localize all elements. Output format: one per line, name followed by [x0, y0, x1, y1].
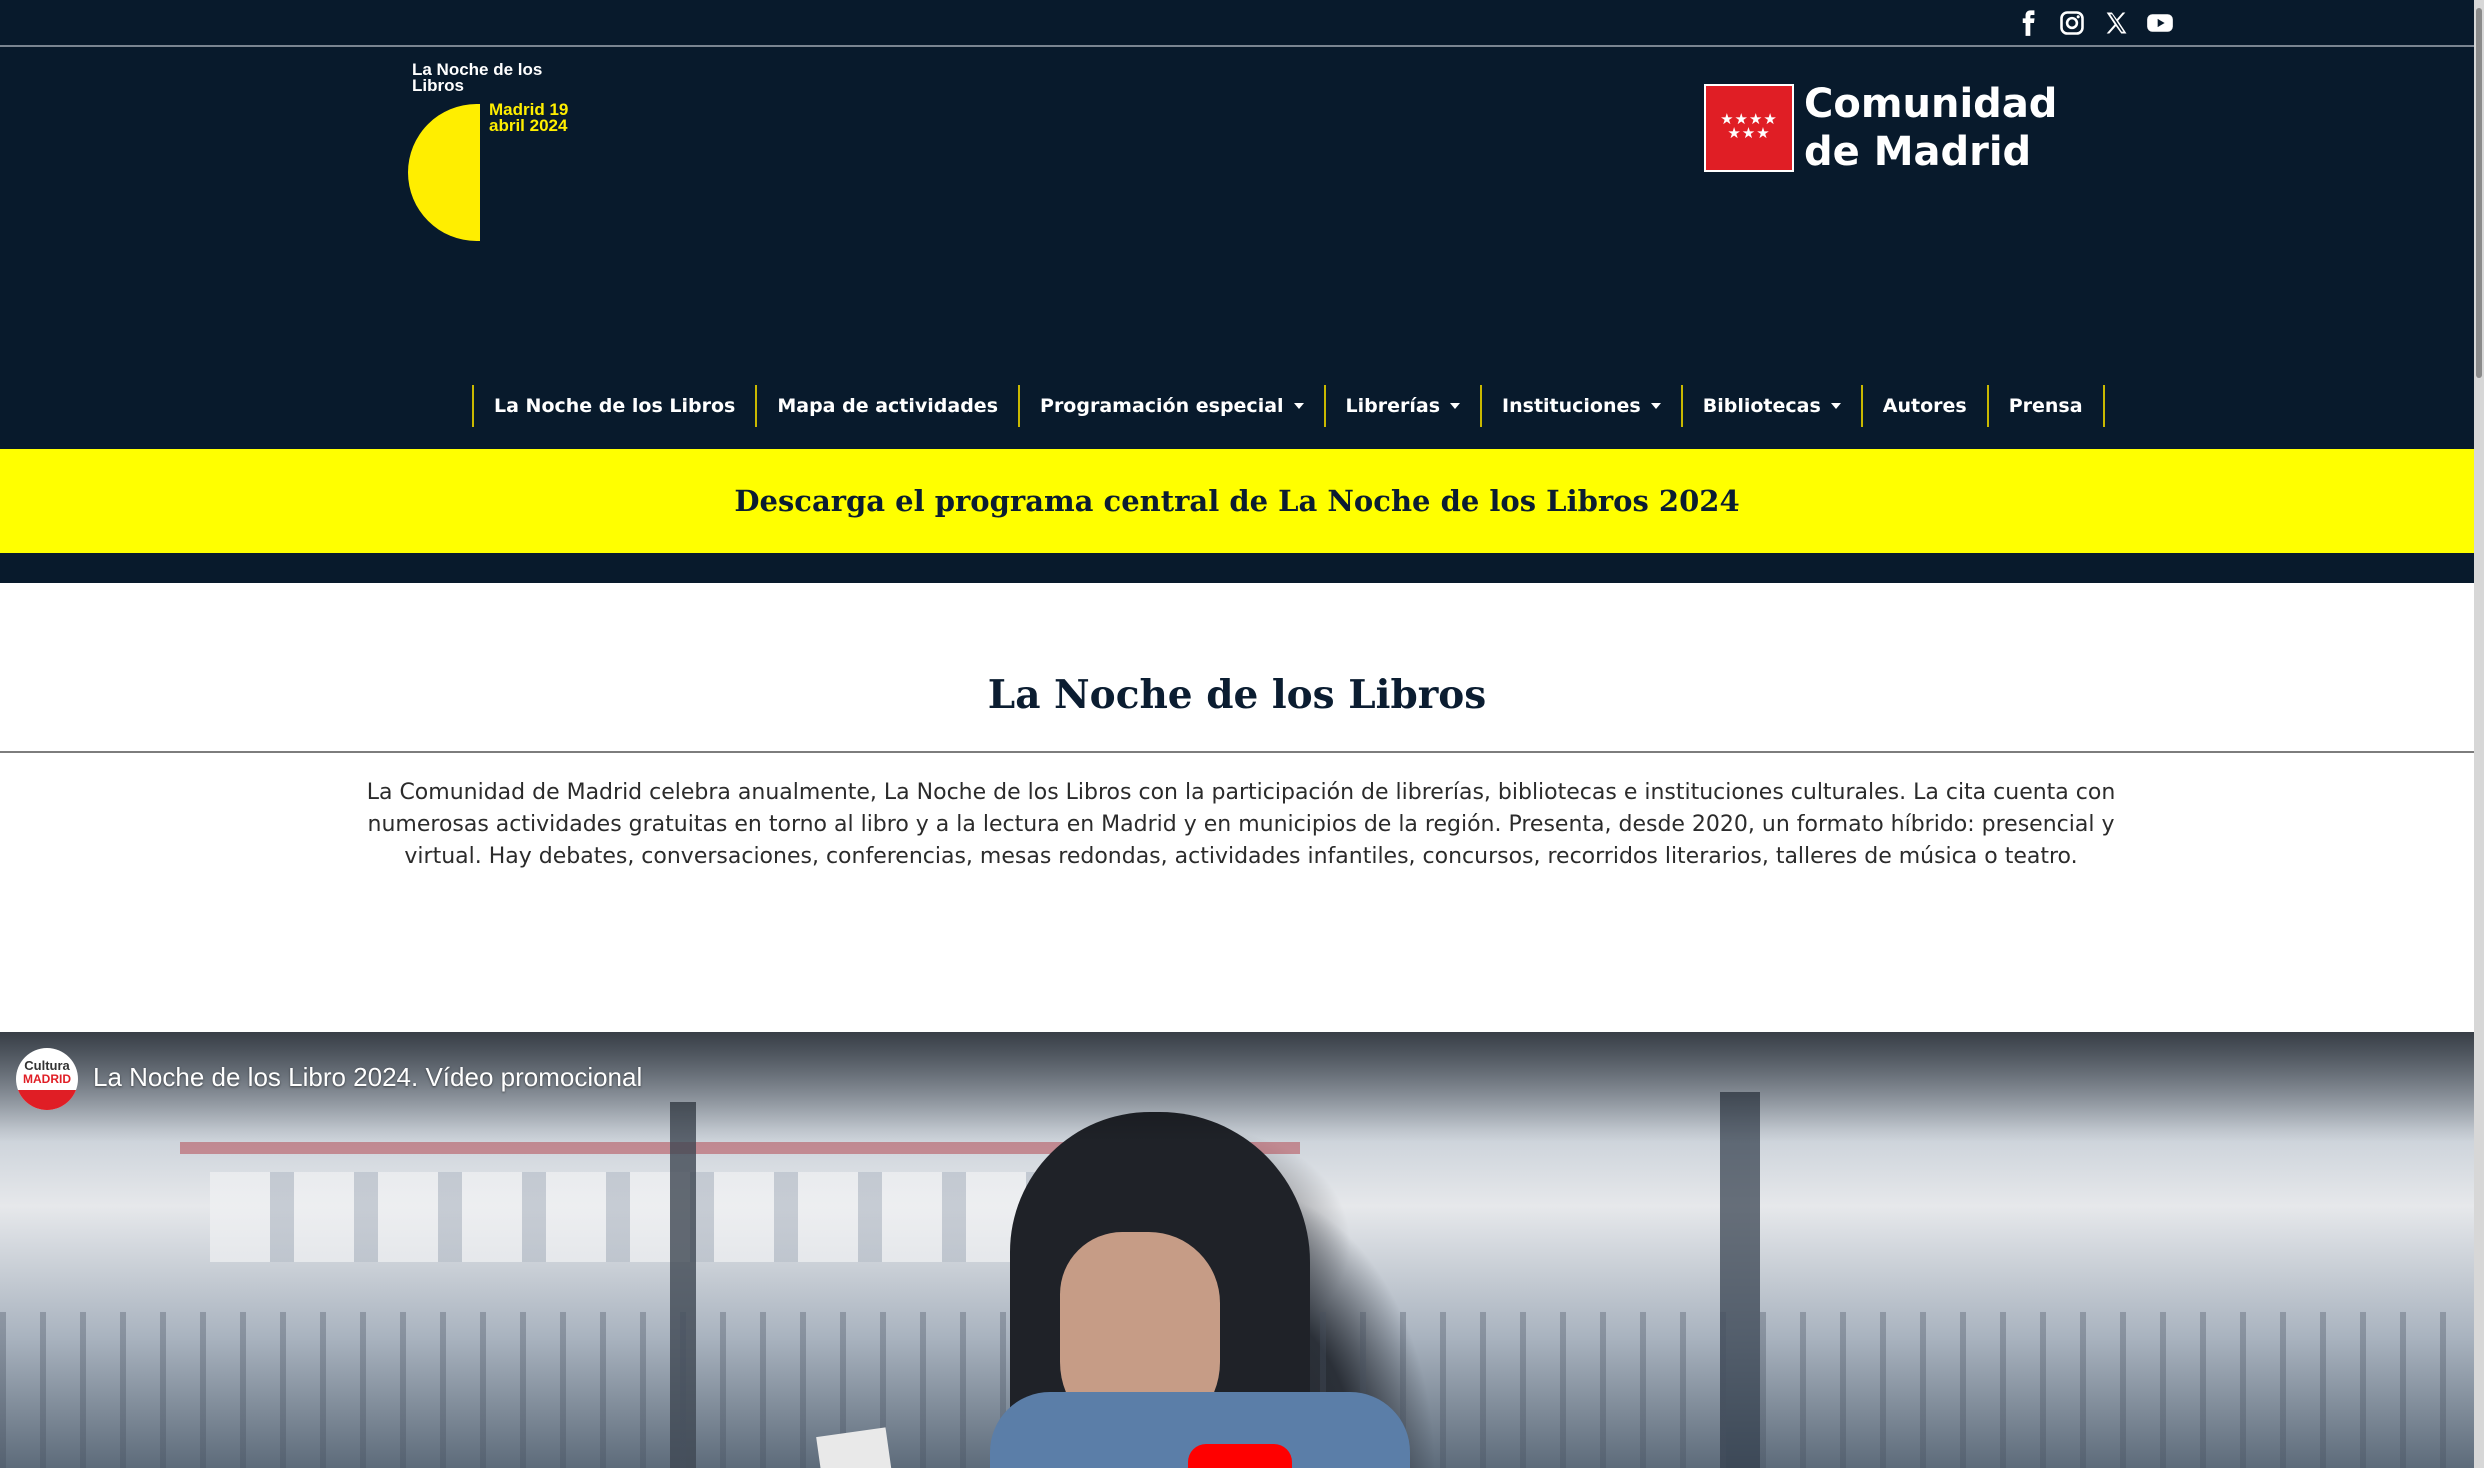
site-header: La Noche de los Libros Madrid 19 abril 2…	[0, 0, 2484, 583]
nav-label: Bibliotecas	[1702, 395, 1821, 417]
nav-item-la-noche[interactable]: La Noche de los Libros	[474, 385, 758, 427]
channel-avatar[interactable]: Cultura MADRID	[16, 1048, 78, 1110]
nav-label: Mapa de actividades	[777, 395, 999, 417]
nav-item-programacion[interactable]: Programación especial	[1020, 385, 1326, 427]
nav-label: Autores	[1882, 395, 1967, 417]
nav-item-prensa[interactable]: Prensa	[1989, 385, 2105, 427]
download-program-banner[interactable]: Descarga el programa central de La Noche…	[0, 449, 2474, 553]
nav-label: Programación especial	[1040, 395, 1284, 417]
promo-video-embed[interactable]: Cultura MADRID La Noche de los Libro 202…	[0, 1032, 2474, 1468]
caret-down-icon	[1293, 403, 1304, 409]
nav-item-bibliotecas[interactable]: Bibliotecas	[1683, 385, 1863, 427]
page-scrollbar[interactable]	[2474, 0, 2484, 1468]
event-logo[interactable]: La Noche de los Libros Madrid 19 abril 2…	[408, 60, 578, 245]
caret-down-icon	[1830, 403, 1841, 409]
nav-item-librerias[interactable]: Librerías	[1326, 385, 1483, 427]
nav-item-instituciones[interactable]: Instituciones	[1482, 385, 1683, 427]
channel-avatar-top: Cultura	[24, 1058, 70, 1073]
flag-stars: ★★★★ ★★★	[1720, 110, 1778, 142]
madrid-flag-icon: ★★★★ ★★★	[1704, 84, 1794, 172]
play-button-icon[interactable]	[1188, 1444, 1292, 1468]
youtube-icon[interactable]	[2145, 8, 2175, 38]
caret-down-icon	[1650, 403, 1661, 409]
nav-label: Instituciones	[1502, 395, 1641, 417]
banner-text: Descarga el programa central de La Noche…	[734, 484, 1740, 518]
top-bar	[0, 0, 2484, 47]
facebook-icon[interactable]	[2013, 8, 2043, 38]
nav-item-mapa[interactable]: Mapa de actividades	[757, 385, 1021, 427]
channel-avatar-stripe	[16, 1090, 78, 1110]
main-nav: La Noche de los Libros Mapa de actividad…	[472, 385, 2105, 427]
channel-avatar-mid: MADRID	[23, 1072, 71, 1086]
cm-logo-line2: de Madrid	[1804, 129, 2032, 175]
cm-logo-line1: Comunidad	[1804, 81, 2058, 127]
social-links	[2013, 8, 2175, 38]
cm-logo-text: Comunidad de Madrid	[1804, 80, 2057, 176]
nav-label: Librerías	[1345, 395, 1441, 417]
instagram-icon[interactable]	[2057, 8, 2087, 38]
event-logo-date: Madrid 19 abril 2024	[489, 100, 569, 135]
caret-down-icon	[1450, 403, 1461, 409]
video-title[interactable]: La Noche de los Libro 2024. Vídeo promoc…	[93, 1062, 642, 1093]
nav-label: Prensa	[2008, 395, 2083, 417]
nav-label: La Noche de los Libros	[494, 395, 736, 417]
half-moon-icon	[408, 104, 480, 241]
title-divider	[0, 751, 2474, 753]
nav-item-autores[interactable]: Autores	[1863, 385, 1989, 427]
comunidad-de-madrid-logo[interactable]: ★★★★ ★★★ Comunidad de Madrid	[1704, 80, 2064, 176]
scrollbar-thumb[interactable]	[2476, 8, 2482, 378]
event-logo-title: La Noche de los Libros	[412, 60, 543, 95]
page-title: La Noche de los Libros	[987, 672, 1487, 718]
x-icon[interactable]	[2101, 8, 2131, 38]
intro-paragraph: La Comunidad de Madrid celebra anualment…	[366, 780, 2116, 869]
